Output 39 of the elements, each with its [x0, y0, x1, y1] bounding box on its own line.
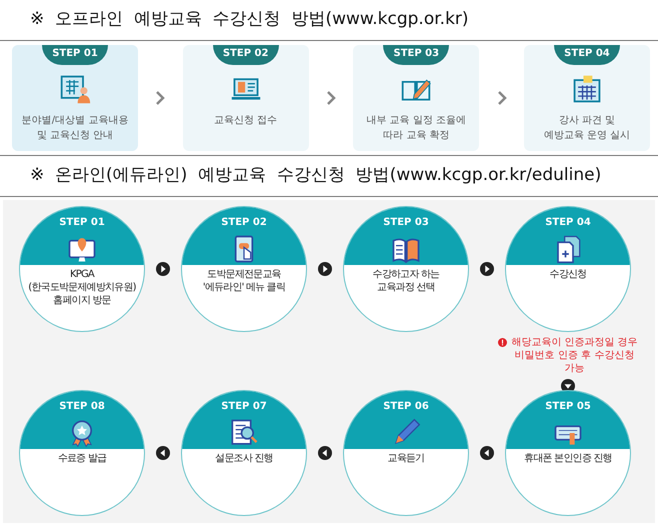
step-description: 강사 파견 및 예방교육 운영 실시 — [544, 114, 630, 143]
step-description: 교육신청 접수 — [214, 114, 278, 128]
step-label: STEP 04 — [554, 45, 620, 65]
step-description: 수강신청 — [550, 268, 586, 281]
step-description: 수강하고자 하는 교육과정 선택 — [372, 268, 440, 294]
step-description: 설문조사 진행 — [215, 452, 273, 465]
notice-text: 해당교육이 인증과정일 경우 비밀번호 인증 후 수강신청 가능 — [511, 336, 638, 375]
section-heading: ※ 온라인(에듀라인) 예방교육 수강신청 방법(www.kcgp.or.kr/eduline) — [30, 164, 602, 188]
step-description: KPGA (한국도박문제예방치유원) 홈페이지 방문 — [28, 268, 136, 307]
step-description: 도박문제전문교육 '에듀라인' 메뉴 클릭 — [202, 268, 286, 294]
step-label: STEP 01 — [59, 216, 105, 230]
step-label: STEP 01 — [42, 45, 108, 65]
step-label: STEP 03 — [383, 45, 450, 65]
step-label: STEP 07 — [221, 400, 267, 414]
step-label: STEP 03 — [383, 216, 429, 230]
arrow-left-icon — [156, 446, 170, 460]
step-label: STEP 02 — [221, 216, 267, 230]
step-description: 휴대폰 본인인증 진행 — [524, 452, 612, 465]
step-description: 분야별/대상별 교육내용 및 교육신청 안내 — [22, 114, 128, 143]
chevron-right-icon — [326, 90, 336, 106]
step-label: STEP 04 — [545, 216, 591, 230]
arrow-left-icon — [480, 446, 494, 460]
arrow-right-icon — [480, 262, 494, 276]
chevron-right-icon — [496, 90, 507, 106]
step-label: STEP 08 — [59, 400, 105, 414]
arrow-left-icon — [318, 446, 332, 460]
step-label: STEP 02 — [212, 45, 279, 65]
step-label: STEP 06 — [383, 400, 429, 414]
calendar-icon — [570, 73, 603, 105]
step-description: 교육듣기 — [388, 452, 424, 465]
chevron-right-icon — [155, 90, 166, 106]
section-heading: ※ 오프라인 예방교육 수강신청 방법(www.kcgp.or.kr) — [30, 8, 469, 32]
step-label: STEP 05 — [545, 400, 591, 414]
step-description: 수료증 발급 — [58, 452, 106, 465]
arrow-right-icon — [156, 262, 170, 276]
warning-icon — [498, 338, 508, 347]
table-person-icon — [59, 73, 91, 105]
step-description: 내부 교육 일정 조율에 따라 교육 확정 — [366, 114, 466, 143]
arrow-right-icon — [318, 262, 332, 276]
